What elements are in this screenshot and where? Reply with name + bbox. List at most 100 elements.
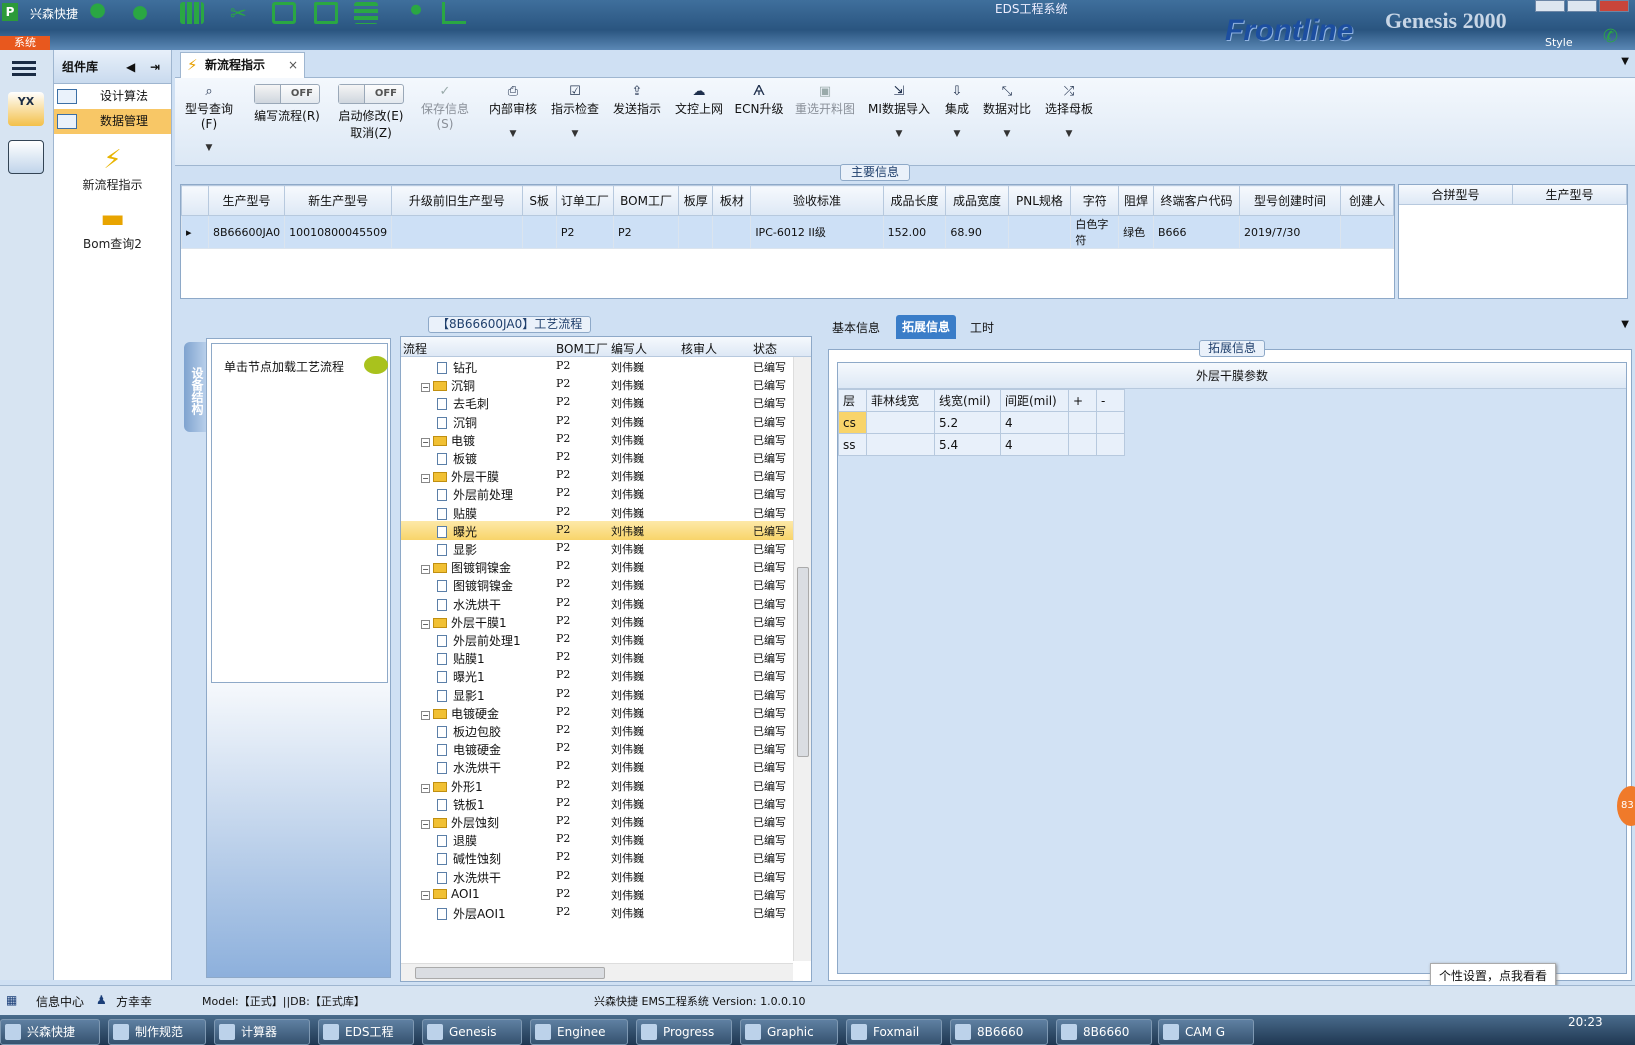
off-toggle[interactable]: OFF <box>338 84 404 104</box>
tree-node[interactable]: − 图镀铜镍金 <box>421 559 511 576</box>
calculator-icon[interactable] <box>8 140 44 174</box>
tree-node[interactable]: 外层AOI1 <box>437 905 506 922</box>
collapse-icon[interactable]: − <box>421 619 430 629</box>
merge-col-header[interactable]: 合拼型号 <box>1399 185 1513 204</box>
comp-item-design-algorithm[interactable]: 设计算法 <box>54 84 171 109</box>
tree-row[interactable]: 钻孔 P2 刘伟巍 已编写 <box>401 357 793 376</box>
table-cell[interactable]: B666 <box>1152 215 1241 249</box>
tree-node[interactable]: − 外形1 <box>421 778 483 795</box>
tree-node[interactable]: 沉铜 <box>437 414 477 431</box>
tree-node[interactable]: − 电镀硬金 <box>421 705 499 722</box>
table-cell[interactable]: 8B66600JA0 <box>207 215 286 249</box>
dropdown-arrow-icon[interactable]: ▼ <box>863 129 935 139</box>
tree-row[interactable]: 曝光 P2 刘伟巍 已编写 <box>401 520 793 540</box>
tab-dropdown-icon[interactable]: ▼ <box>1621 56 1629 67</box>
dropdown-arrow-icon[interactable]: ▼ <box>979 129 1035 139</box>
tab-new-process[interactable]: ⚡ 新流程指示 × <box>180 52 305 78</box>
dropdown-arrow-icon[interactable]: ▼ <box>1039 129 1099 139</box>
collapse-icon[interactable]: − <box>421 710 430 720</box>
user-icon[interactable] <box>404 2 428 24</box>
table-row[interactable]: ▸ 8B66600JA0 10010800045509 P2 P2 IPC-6012 II… <box>181 215 1394 249</box>
tab-work-hours[interactable]: 工时 <box>964 317 1000 338</box>
tree-node[interactable]: 外层前处理 <box>437 486 513 503</box>
table-cell[interactable]: 152.00 <box>882 215 947 249</box>
taskbar-app[interactable]: Graphic <box>740 1019 838 1045</box>
tree-node[interactable]: − AOI1 <box>421 887 480 901</box>
table-cell[interactable]: P2 <box>613 215 680 249</box>
minimize-button[interactable] <box>1535 0 1565 12</box>
tree-node[interactable]: 板镀 <box>437 450 477 467</box>
load-process-hint[interactable]: 单击节点加载工艺流程 <box>224 358 344 375</box>
film-icon[interactable] <box>272 2 296 24</box>
param-cell[interactable] <box>1068 433 1097 456</box>
scissors-icon[interactable]: ✂ <box>230 2 254 24</box>
instruction-check-button[interactable]: ☑ 指示检查 ▼ <box>545 84 605 139</box>
maximize-button[interactable] <box>1567 0 1597 12</box>
taskbar-app[interactable]: Enginee <box>530 1019 628 1045</box>
taskbar-app[interactable]: 8B6660 <box>1056 1019 1152 1045</box>
col-header[interactable]: 成品宽度 <box>945 185 1009 216</box>
dropdown-arrow-icon[interactable]: ▼ <box>937 129 977 139</box>
tree-node[interactable]: 去毛刺 <box>437 395 489 412</box>
comp-item-data-management[interactable]: 数据管理 <box>54 109 171 134</box>
collapse-icon[interactable]: − <box>421 820 430 829</box>
taskbar-app[interactable]: Progress <box>636 1019 732 1045</box>
tab-basic-info[interactable]: 基本信息 <box>826 317 886 338</box>
tree-node[interactable]: 图镀铜镍金 <box>437 577 513 594</box>
cancel-label[interactable]: 取消(Z) <box>350 126 392 140</box>
tree-row[interactable]: 显影 P2 刘伟巍 已编写 <box>401 539 793 558</box>
pin-icon[interactable]: ⇥ <box>150 50 160 84</box>
tree-row[interactable]: − 外层蚀刻 P2 刘伟巍 已编写 <box>401 812 793 831</box>
process-tree-hscroll[interactable] <box>401 963 793 981</box>
col-header-process[interactable]: 流程 <box>403 340 427 357</box>
tree-row[interactable]: − 沉铜 P2 刘伟巍 已编写 <box>401 375 793 394</box>
tree-row[interactable]: 沉铜 P2 刘伟巍 已编写 <box>401 412 793 431</box>
col-header[interactable]: 终端客户代码 <box>1152 185 1241 216</box>
param-cell[interactable]: 5.4 <box>934 433 1001 456</box>
table-cell[interactable]: 2019/7/30 <box>1239 215 1342 249</box>
process-tree-vscroll[interactable] <box>793 357 811 961</box>
param-cell[interactable] <box>1096 411 1125 434</box>
tree-row[interactable]: − 外层干膜 P2 刘伟巍 已编写 <box>401 466 793 485</box>
style-menu[interactable]: Style <box>1545 36 1573 49</box>
col-header[interactable]: PNL规格 <box>1007 185 1072 216</box>
param-cell[interactable] <box>866 433 935 456</box>
select-motherboard-button[interactable]: ⤮ 选择母板 ▼ <box>1039 84 1099 139</box>
table-cell[interactable]: 10010800045509 <box>284 215 393 249</box>
mi-data-import-button[interactable]: ⇲ MI数据导入 ▼ <box>863 84 935 139</box>
doc-control-online-button[interactable]: ☁ 文控上网 <box>669 84 729 117</box>
table-cell[interactable] <box>712 215 752 249</box>
col-header-bom[interactable]: BOM工厂 <box>556 340 608 357</box>
tree-node[interactable]: 碱性蚀刻 <box>437 850 501 867</box>
tree-node[interactable]: − 外层干膜 <box>421 468 499 485</box>
tree-row[interactable]: 显影1 P2 刘伟巍 已编写 <box>401 685 793 704</box>
tree-node[interactable]: 板边包胶 <box>437 723 501 740</box>
tree-row[interactable]: 曝光1 P2 刘伟巍 已编写 <box>401 666 793 685</box>
tab-extended-info[interactable]: 拓展信息 <box>896 315 957 339</box>
param-row[interactable]: cs 5.2 4 <box>838 411 1125 434</box>
tree-node[interactable]: 水洗烘干 <box>437 869 501 886</box>
param-cell[interactable]: 4 <box>1000 433 1069 456</box>
taskbar-app[interactable]: 计算器 <box>214 1019 310 1045</box>
col-header[interactable]: 生产型号 <box>207 185 286 216</box>
send-instruction-button[interactable]: ⇪ 发送指示 <box>607 84 667 117</box>
info-center-link[interactable]: 信息中心 <box>36 993 84 1010</box>
col-header[interactable]: S板 <box>521 185 557 216</box>
off-toggle[interactable]: OFF <box>254 84 320 104</box>
taskbar-app[interactable]: EDS工程 <box>318 1019 414 1045</box>
tree-node[interactable]: − 沉铜 <box>421 377 475 394</box>
col-header-author[interactable]: 编写人 <box>611 340 647 357</box>
tree-node[interactable]: 贴膜 <box>437 505 477 522</box>
taskbar-app[interactable]: Genesis <box>422 1019 522 1045</box>
tree-row[interactable]: − 外层干膜1 P2 刘伟巍 已编写 <box>401 612 793 631</box>
windows-grid-icon[interactable]: ▦ <box>6 993 17 1007</box>
dropdown-arrow-icon[interactable]: ▼ <box>483 129 543 139</box>
chart-icon[interactable] <box>442 2 466 24</box>
col-header[interactable]: 验收标准 <box>750 185 884 216</box>
col-header-status[interactable]: 状态 <box>753 340 777 357</box>
col-header[interactable]: 字符 <box>1070 185 1120 216</box>
list-icon[interactable] <box>354 2 378 24</box>
tree-node[interactable]: 曝光 <box>437 523 477 540</box>
tree-row[interactable]: 水洗烘干 P2 刘伟巍 已编写 <box>401 757 793 776</box>
tree-node[interactable]: − 电镀 <box>421 432 475 449</box>
